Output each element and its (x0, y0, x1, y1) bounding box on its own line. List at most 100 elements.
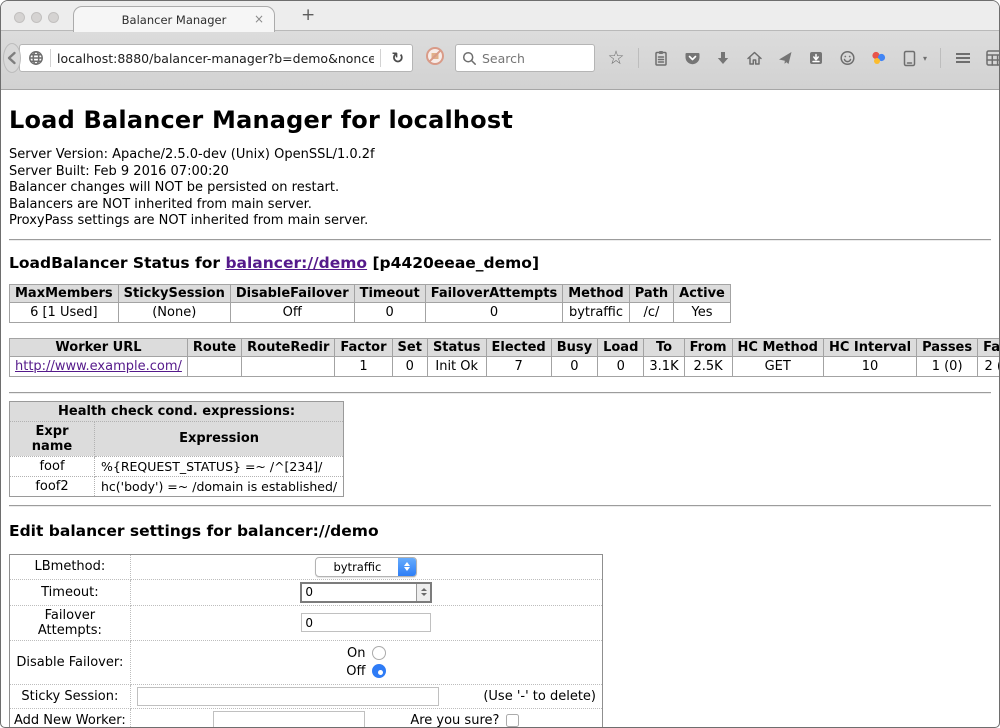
edit-balancer-form: LBmethod: bytraffic Timeout: (9, 554, 603, 728)
dropdown-caret-icon[interactable]: ▾ (923, 54, 927, 63)
form-row-disable-failover: Disable Failover: On Off (10, 640, 603, 684)
address-input[interactable] (57, 51, 374, 66)
send-icon[interactable] (776, 49, 794, 67)
cell-expression: %{REQUEST_STATUS} =~ /^[234]/ (95, 456, 344, 476)
radio-on-label: On (346, 646, 365, 661)
disable-failover-on-radio[interactable] (372, 646, 386, 660)
disable-failover-off-radio[interactable] (372, 664, 386, 678)
col-from: From (684, 338, 732, 356)
table-header-row: Worker URL Route RouteRedir Factor Set S… (10, 338, 1000, 356)
tile-grid-icon[interactable] (985, 49, 1000, 67)
globe-icon (28, 50, 44, 66)
pocket-icon[interactable] (683, 49, 701, 67)
content-blocked-icon[interactable] (425, 46, 445, 70)
cell-passes: 1 (0) (917, 356, 978, 376)
close-tab-icon[interactable]: × (254, 13, 264, 26)
select-stepper-icon (398, 557, 416, 577)
menu-icon[interactable] (954, 49, 972, 67)
col-busy: Busy (551, 338, 597, 356)
notice-line: Balancers are NOT inherited from main se… (9, 197, 991, 214)
col-load: Load (598, 338, 644, 356)
tab-balancer-manager[interactable]: Balancer Manager × (73, 6, 275, 32)
sticky-session-hint: (Use '-' to delete) (483, 689, 596, 704)
col-hc-method: HC Method (732, 338, 823, 356)
back-button[interactable] (3, 43, 21, 73)
cell-hc-interval: 10 (823, 356, 916, 376)
toolbar-icons: ☆ (607, 48, 1000, 68)
col-worker-url: Worker URL (10, 338, 188, 356)
server-built-line: Server Built: Feb 9 2016 07:00:20 (9, 164, 991, 181)
col-disablefailover: DisableFailover (230, 284, 354, 302)
timeout-label: Timeout: (10, 579, 131, 605)
add-worker-label: Add New Worker: (10, 708, 131, 728)
lbmethod-label: LBmethod: (10, 554, 131, 579)
cell-to: 3.1K (644, 356, 684, 376)
col-fails: Fails (978, 338, 1000, 356)
balancer-demo-link[interactable]: balancer://demo (225, 254, 367, 272)
search-icon (462, 51, 477, 66)
table-title-row: Health check cond. expressions: (10, 401, 344, 421)
col-maxmembers: MaxMembers (10, 284, 119, 302)
browser-window: Balancer Manager × + ↻ (0, 0, 1000, 728)
cell-factor: 1 (335, 356, 392, 376)
search-bar[interactable] (455, 44, 595, 72)
col-active: Active (674, 284, 731, 302)
are-you-sure-checkbox[interactable] (506, 714, 519, 727)
cell-routeredir (242, 356, 335, 376)
zoom-window-button[interactable] (48, 12, 59, 23)
status-heading-suffix: [p4420eeae_demo] (367, 254, 539, 272)
are-you-sure-label: Are you sure? (410, 713, 499, 728)
col-factor: Factor (335, 338, 392, 356)
health-check-table: Health check cond. expressions: Expr nam… (9, 401, 344, 497)
colored-dots-icon[interactable] (869, 49, 887, 67)
form-row-timeout: Timeout: (10, 579, 603, 605)
close-window-button[interactable] (14, 12, 25, 23)
col-status: Status (427, 338, 486, 356)
cell-method: bytraffic (563, 302, 629, 322)
reload-icon[interactable]: ↻ (387, 49, 408, 67)
home-icon[interactable] (745, 49, 763, 67)
failover-attempts-input[interactable] (301, 613, 431, 632)
divider (9, 392, 991, 394)
table-row: 6 [1 Used] (None) Off 0 0 bytraffic /c/ … (10, 302, 731, 322)
back-arrow-icon (4, 50, 20, 66)
cell-disablefailover: Off (230, 302, 354, 322)
worker-url-link[interactable]: http://www.example.com/ (15, 359, 182, 374)
clipboard-icon[interactable] (652, 49, 670, 67)
search-input[interactable] (482, 51, 582, 66)
url-bar[interactable]: ↻ (19, 44, 413, 72)
chat-smiley-icon[interactable] (838, 49, 856, 67)
save-to-device-icon[interactable] (807, 49, 825, 67)
window-controls (14, 12, 59, 23)
table-row: foof %{REQUEST_STATUS} =~ /^[234]/ (10, 456, 344, 476)
cell-load: 0 (598, 356, 644, 376)
cell-failoverattempts: 0 (425, 302, 563, 322)
col-to: To (644, 338, 684, 356)
lbmethod-select[interactable]: bytraffic (315, 557, 417, 577)
minimize-window-button[interactable] (31, 12, 42, 23)
timeout-value-field[interactable] (302, 584, 416, 601)
timeout-input[interactable] (300, 582, 432, 603)
download-icon[interactable] (714, 49, 732, 67)
cell-expr-name: foof (10, 456, 95, 476)
bookmark-star-icon[interactable]: ☆ (607, 49, 625, 67)
loadbalancer-status-heading: LoadBalancer Status for balancer://demo … (9, 254, 991, 272)
page-title: Load Balancer Manager for localhost (9, 106, 991, 134)
status-heading-prefix: LoadBalancer Status for (9, 254, 225, 272)
form-row-failover-attempts: Failover Attempts: (10, 605, 603, 640)
radio-off-label: Off (346, 664, 365, 679)
url-divider (50, 49, 51, 67)
col-set: Set (392, 338, 427, 356)
cell-status: Init Ok (427, 356, 486, 376)
sticky-session-input[interactable] (137, 687, 439, 706)
add-worker-input[interactable] (213, 711, 365, 728)
cell-expression: hc('body') =~ /domain is established/ (95, 476, 344, 496)
device-panel-icon[interactable] (900, 49, 918, 67)
failover-attempts-label: Failover Attempts: (10, 605, 131, 640)
sticky-session-label: Sticky Session: (10, 684, 131, 708)
cell-maxmembers: 6 [1 Used] (10, 302, 119, 322)
col-timeout: Timeout (354, 284, 425, 302)
tab-bar: Balancer Manager × + (1, 1, 999, 31)
number-spinner-icon[interactable] (416, 584, 430, 601)
new-tab-button[interactable]: + (301, 5, 315, 25)
